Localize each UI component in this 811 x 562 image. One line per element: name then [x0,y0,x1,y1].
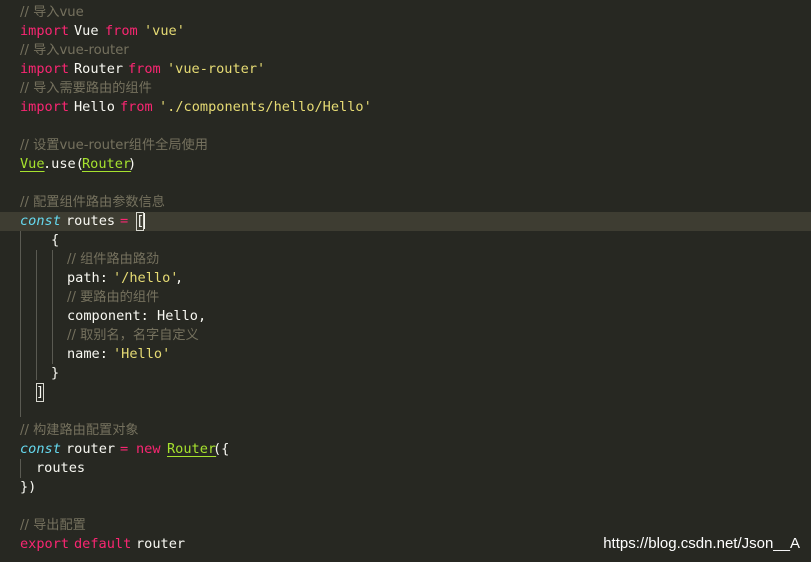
punctuation: }) [20,479,37,495]
text-cursor [144,213,145,229]
code-line-18[interactable]: // 取别名，名字自定义 [0,326,811,345]
comment: // 导入需要路由的组件 [20,81,152,96]
class-reference: Vue [20,156,45,172]
punctuation: , [175,270,184,286]
keyword: from [120,99,153,115]
operator: = [120,213,129,229]
keyword: from [128,61,161,77]
operator: = [120,441,129,457]
identifier: Hello [74,99,115,115]
comment: // 构建路由配置对象 [20,423,139,438]
keyword: import [20,23,70,39]
property-key: name: [67,346,117,362]
code-line-3[interactable]: // 导入vue-router [0,41,811,60]
code-line-16[interactable]: // 要路由的组件 [0,288,811,307]
code-line-28[interactable]: // 导出配置 [0,516,811,535]
comment: // 取别名，名字自定义 [67,328,199,343]
property-line: component: Hello, [67,308,207,324]
code-line-20[interactable]: } [0,364,811,383]
keyword: default [74,536,132,552]
identifier: routes [36,460,86,476]
code-line-21[interactable]: ] [0,383,811,402]
comment: // 导入vue-router [20,43,129,58]
code-line-8[interactable]: // 设置vue-router组件全局使用 [0,136,811,155]
identifier: routes [66,213,116,229]
identifier: Router [74,61,124,77]
keyword: import [20,61,70,77]
punctuation: { [51,232,60,248]
keyword: new [136,441,161,457]
punctuation: ({ [213,441,230,457]
comment: // 组件路由路劲 [67,252,160,267]
keyword: from [105,23,138,39]
code-line-1[interactable]: // 导入vue [0,3,811,22]
class-reference: Router [167,441,217,457]
comment: // 配置组件路由参数信息 [20,195,165,210]
identifier: Vue [74,23,99,39]
code-line-17[interactable]: component: Hello, [0,307,811,326]
identifier: router [66,441,116,457]
string-literal: './components/hello/Hello' [159,99,372,115]
code-editor[interactable]: // 导入vue import Vue from 'vue' // 导入vue-… [0,0,811,562]
identifier: router [136,536,186,552]
string-literal: 'vue' [144,23,185,39]
matching-bracket: [ [136,212,145,231]
punctuation: } [51,365,60,381]
property-key: path: [67,270,117,286]
string-literal: '/hello' [113,270,179,286]
code-line-24[interactable]: const router = new Router ({ [0,440,811,459]
watermark-text: https://blog.csdn.net/Json__A [603,535,800,552]
code-line-6[interactable]: import Hello from './components/hello/He… [0,98,811,117]
code-line-4[interactable]: import Router from 'vue-router' [0,60,811,79]
code-line-19[interactable]: name: 'Hello' [0,345,811,364]
matching-bracket: ] [36,383,45,402]
comment: // 导入vue [20,5,84,20]
string-literal: 'vue-router' [167,61,266,77]
code-line-23[interactable]: // 构建路由配置对象 [0,421,811,440]
string-literal: 'Hello' [113,346,171,362]
code-line-12-current[interactable]: const routes = [ [0,212,811,231]
storage-keyword: const [20,441,61,457]
code-line-14[interactable]: // 组件路由路劲 [0,250,811,269]
comment: // 设置vue-router组件全局使用 [20,138,208,153]
class-reference: Router [82,156,132,172]
code-line-26[interactable]: }) [0,478,811,497]
punctuation: ) [128,156,137,172]
comment: // 导出配置 [20,518,86,533]
code-line-15[interactable]: path: '/hello' , [0,269,811,288]
code-line-9[interactable]: Vue .use( Router ) [0,155,811,174]
code-line-13[interactable]: { [0,231,811,250]
code-line-2[interactable]: import Vue from 'vue' [0,22,811,41]
method-call: .use( [43,156,84,172]
code-line-11[interactable]: // 配置组件路由参数信息 [0,193,811,212]
code-line-5[interactable]: // 导入需要路由的组件 [0,79,811,98]
keyword: import [20,99,70,115]
storage-keyword: const [20,213,61,229]
keyword: export [20,536,70,552]
code-line-25[interactable]: routes [0,459,811,478]
comment: // 要路由的组件 [67,290,160,305]
